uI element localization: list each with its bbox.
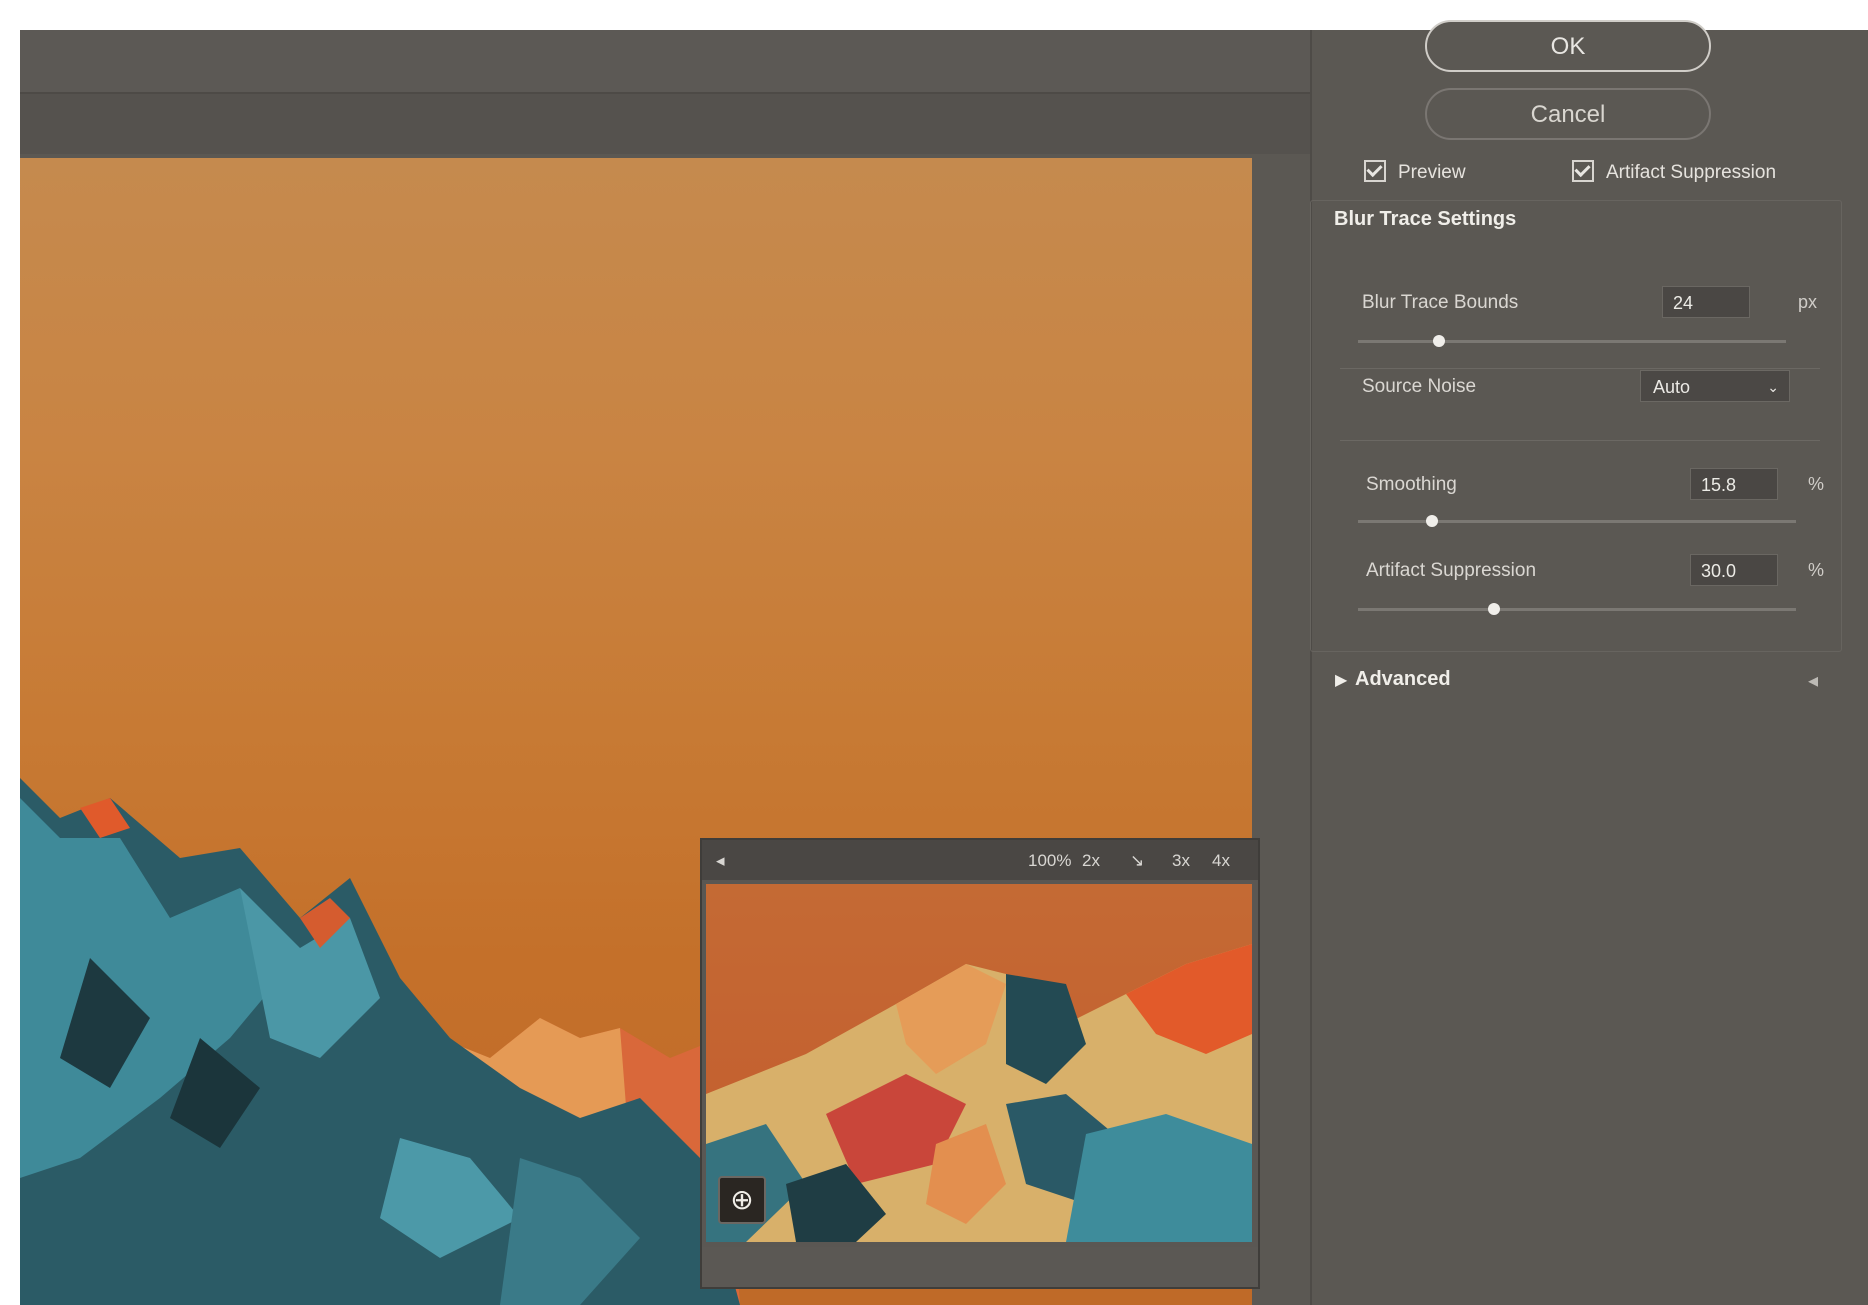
detail-loupe[interactable]: ◂ 100% 2x ↘ 3x 4x ⊕ [700,838,1260,1289]
loupe-footer [702,1247,1258,1287]
zoom-4x-button[interactable]: 4x [1212,851,1230,871]
artifact-suppression-unit: % [1808,560,1825,580]
collapse-icon[interactable]: ◂ [716,851,725,871]
source-noise-label: Source Noise [1362,376,1477,397]
divider [1340,440,1820,441]
loupe-toolbar: ◂ 100% 2x ↘ 3x 4x [702,840,1258,880]
toolbar [20,94,1310,154]
divider [1340,368,1820,369]
slider-thumb[interactable] [1487,603,1500,615]
chevron-down-icon: ⌄ [1767,379,1779,395]
cancel-button[interactable]: Cancel [1425,88,1711,140]
source-noise-select[interactable]: Auto ⌄ [1640,370,1790,402]
disclosure-triangle-icon[interactable]: ▶ [1335,670,1347,690]
blur-trace-bounds-unit: px [1798,292,1818,312]
advanced-section-toggle[interactable]: Advanced [1355,668,1451,691]
ok-button[interactable]: OK [1425,20,1711,72]
smoothing-slider[interactable] [1358,515,1796,527]
options-bar [20,30,1310,94]
panel-options-icon[interactable]: ◂ [1808,668,1818,693]
checkbox-checked-icon[interactable] [1572,160,1594,182]
blur-trace-bounds-label: Blur Trace Bounds [1362,292,1519,313]
artifact-suppression-checkbox-label: Artifact Suppression [1606,162,1777,183]
zoom-level[interactable]: 100% [1028,851,1071,871]
artifact-suppression-label: Artifact Suppression [1366,560,1537,581]
artifact-suppression-slider[interactable] [1358,603,1796,615]
zoom-3x-button[interactable]: 3x [1172,851,1190,871]
checkbox-checked-icon[interactable] [1364,160,1386,182]
preview-label: Preview [1398,162,1466,183]
zoom-2x-button[interactable]: 2x [1082,851,1100,871]
preview-checkbox[interactable]: Preview [1364,160,1466,184]
artifact-suppression-input[interactable]: 30.0 [1690,554,1778,586]
blur-trace-bounds-slider[interactable] [1358,335,1786,347]
section-title: Blur Trace Settings [1330,208,1521,231]
source-noise-value: Auto [1653,377,1691,397]
smoothing-unit: % [1808,474,1825,494]
smoothing-input[interactable]: 15.8 [1690,468,1778,500]
blur-trace-bounds-input[interactable]: 24 [1662,286,1750,318]
artifact-suppression-checkbox[interactable]: Artifact Suppression [1572,160,1776,184]
loupe-image [706,884,1252,1242]
pin-region-icon[interactable]: ⊕ [718,1176,766,1224]
smoothing-label: Smoothing [1366,474,1457,495]
cursor-icon[interactable]: ↘ [1130,851,1144,871]
